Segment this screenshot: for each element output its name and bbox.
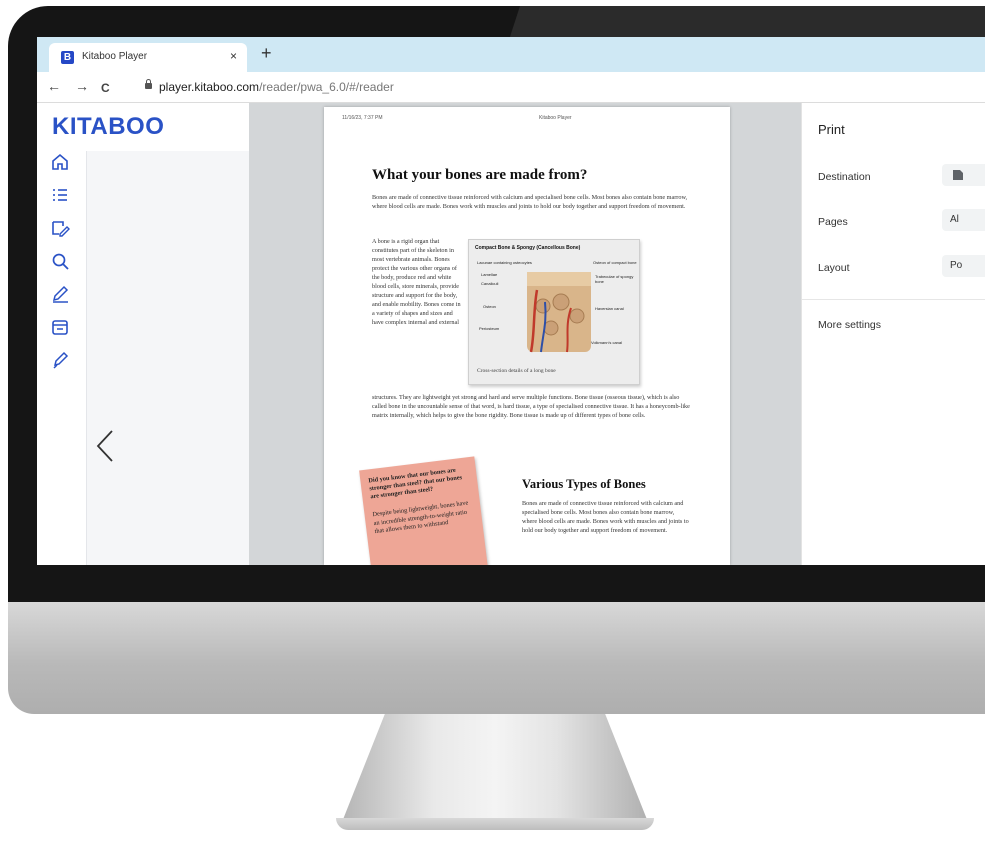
highlighter-icon[interactable] xyxy=(49,349,71,371)
figure-label: Periosteum xyxy=(479,326,500,331)
figure-label: Osteon of compact bone xyxy=(593,260,637,265)
figure-label: Volkmann's canal xyxy=(591,340,623,345)
did-you-know-note: Did you know that our bones are stronger… xyxy=(359,456,489,565)
forward-icon[interactable]: → xyxy=(75,78,89,94)
previous-page-icon[interactable] xyxy=(95,429,115,463)
back-icon[interactable]: ← xyxy=(47,78,61,94)
new-tab-button[interactable]: + xyxy=(261,43,272,63)
page-header-title: Kitaboo Player xyxy=(539,115,572,121)
page-header-date: 11/16/23, 7:37 PM xyxy=(342,115,383,121)
url-path: /reader/pwa_6.0/#/reader xyxy=(259,80,394,94)
column-paragraph: A bone is a rigid organ that constitutes… xyxy=(372,238,461,326)
figure-title: Compact Bone & Spongy (Cancellous Bone) xyxy=(475,245,581,251)
figure-label: Lacunae containing osteocytes xyxy=(477,260,532,265)
kitaboo-logo: KITABOO xyxy=(52,113,165,140)
url-host: player.kitaboo.com xyxy=(159,80,260,94)
close-tab-icon[interactable]: × xyxy=(230,49,237,63)
browser-tab-bar: B Kitaboo Player × + xyxy=(37,37,985,72)
more-settings-toggle[interactable]: More settings xyxy=(818,319,881,331)
note-body: Despite being lightweight, bones have an… xyxy=(372,499,469,536)
tab-title: Kitaboo Player xyxy=(82,51,148,62)
intro-paragraph: Bones are made of connective tissue rein… xyxy=(372,194,688,210)
figure-caption: Cross-section details of a long bone xyxy=(477,368,556,374)
reader-app: KITABOO 11/16/23, 7:37 PM Kitaboo Player… xyxy=(37,103,985,565)
bone-figure: Compact Bone & Spongy (Cancellous Bone) … xyxy=(468,239,640,385)
monitor-chin xyxy=(8,602,985,714)
toc-icon[interactable] xyxy=(49,184,71,206)
print-title: Print xyxy=(818,122,845,137)
layout-select[interactable]: Po xyxy=(942,255,985,277)
print-panel: Print Destination Pages Al Layout Po Mor… xyxy=(801,103,985,565)
page-heading: What your bones are made from? xyxy=(372,167,588,183)
divider xyxy=(802,299,985,300)
icon-rail xyxy=(49,151,81,382)
printer-icon xyxy=(953,170,963,180)
figure-label: Haversian canal xyxy=(595,306,624,311)
reload-icon[interactable]: C xyxy=(101,80,110,96)
thumbnail-panel xyxy=(86,151,250,565)
monitor-screen: B Kitaboo Player × + ← → C player.kitabo… xyxy=(37,37,985,565)
pages-select[interactable]: Al xyxy=(942,209,985,231)
figure-label: Canaliculi xyxy=(481,281,499,286)
section-paragraph: Bones are made of connective tissue rein… xyxy=(522,500,689,534)
monitor-stand-base xyxy=(336,818,654,830)
browser-tab[interactable]: B Kitaboo Player × xyxy=(49,43,247,72)
notes-icon[interactable] xyxy=(49,217,71,239)
pages-label: Pages xyxy=(818,216,848,228)
figure-label: Lamellae xyxy=(481,272,498,277)
pen-icon[interactable] xyxy=(49,283,71,305)
favicon-icon: B xyxy=(61,51,74,64)
destination-select[interactable] xyxy=(942,164,985,186)
continued-paragraph: structures. They are lightweight yet str… xyxy=(372,394,690,419)
layout-label: Layout xyxy=(818,262,850,274)
book-page: 11/16/23, 7:37 PM Kitaboo Player What yo… xyxy=(324,107,730,565)
destination-label: Destination xyxy=(818,171,871,183)
monitor-stand xyxy=(342,714,648,822)
section-heading: Various Types of Bones xyxy=(522,477,646,491)
archive-icon[interactable] xyxy=(49,316,71,338)
home-icon[interactable] xyxy=(49,151,71,173)
address-bar[interactable]: player.kitaboo.com/reader/pwa_6.0/#/read… xyxy=(159,80,394,94)
figure-label: Osteon xyxy=(483,304,496,309)
bone-cross-section-illustration xyxy=(527,272,591,353)
browser-toolbar: ← → C player.kitaboo.com/reader/pwa_6.0/… xyxy=(37,72,985,103)
note-title: Did you know that our bones are stronger… xyxy=(368,466,463,501)
sidebar: KITABOO xyxy=(37,103,250,565)
search-icon[interactable] xyxy=(49,250,71,272)
lock-icon xyxy=(145,79,152,89)
figure-label: Trabeculae of spongy bone xyxy=(595,274,634,284)
